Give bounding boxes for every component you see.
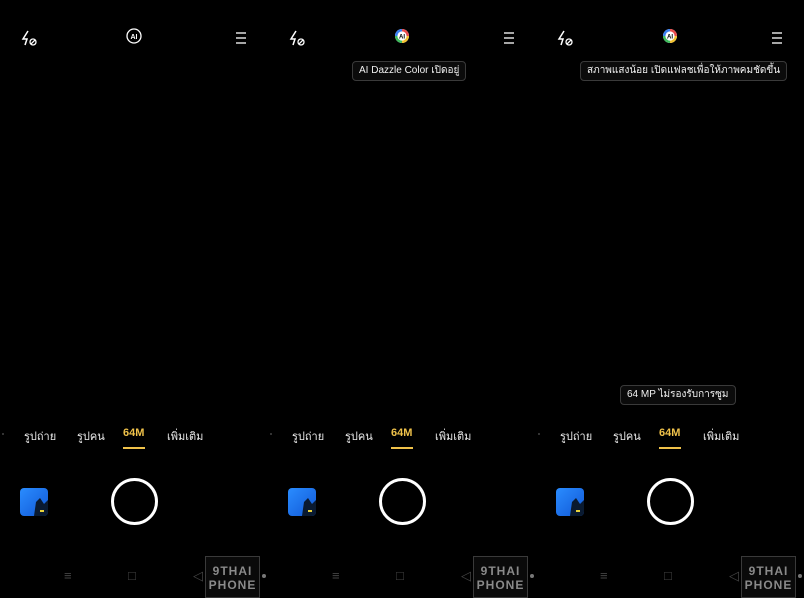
active-mode-indicator	[659, 447, 681, 449]
home-nav-icon[interactable]: □	[396, 568, 404, 583]
ai-dazzle-icon[interactable]: AI	[394, 28, 410, 44]
menu-nav-icon[interactable]: ≡	[64, 568, 72, 583]
watermark-line-2: PHONE	[476, 578, 525, 592]
mode-edge-dot	[270, 433, 272, 435]
watermark-line-1: 9THAI	[212, 564, 253, 578]
mode-64m[interactable]: 64M	[123, 427, 144, 439]
menu-nav-icon[interactable]: ≡	[600, 568, 608, 583]
mode-portrait[interactable]: รูปคน	[345, 427, 373, 445]
mode-photo[interactable]: รูปถ่าย	[292, 427, 324, 445]
zoom-unsupported-toast: 64 MP ไม่รองรับการซูม	[620, 385, 736, 405]
camera-screen-3: AI สภาพแสงน้อย เปิดแฟลชเพื่อให้ภาพคมชัดข…	[536, 0, 804, 598]
mode-more[interactable]: เพิ่มเติม	[167, 427, 203, 445]
back-nav-icon[interactable]: ◁	[461, 568, 471, 584]
gallery-thumbnail[interactable]	[288, 488, 316, 516]
menu-nav-icon[interactable]: ≡	[332, 568, 340, 583]
mode-portrait[interactable]: รูปคน	[613, 427, 641, 445]
low-light-flash-toast: สภาพแสงน้อย เปิดแฟลชเพื่อให้ภาพคมชัดขึ้น	[580, 61, 788, 81]
menu-icon[interactable]	[236, 32, 246, 44]
active-mode-indicator	[391, 447, 413, 449]
home-nav-icon[interactable]: □	[128, 568, 136, 583]
mode-edge-dot	[538, 433, 540, 435]
camera-screen-2: AI AI Dazzle Color เปิดอยู่ รูปถ่าย รูปค…	[268, 0, 536, 598]
mode-64m[interactable]: 64M	[659, 427, 680, 439]
watermark-line-1: 9THAI	[748, 564, 789, 578]
mode-photo[interactable]: รูปถ่าย	[24, 427, 56, 445]
back-nav-icon[interactable]: ◁	[193, 568, 203, 584]
mode-64m[interactable]: 64M	[391, 427, 412, 439]
ai-dazzle-toast: AI Dazzle Color เปิดอยู่	[352, 61, 467, 81]
watermark-line-2: PHONE	[208, 578, 257, 592]
watermark-dot	[530, 574, 534, 578]
back-nav-icon[interactable]: ◁	[729, 568, 739, 584]
active-mode-indicator	[123, 447, 145, 449]
mode-selector: รูปถ่าย รูปคน 64M เพิ่มเติม	[536, 427, 804, 449]
watermark-logo: 9THAI PHONE	[473, 556, 528, 598]
mode-portrait[interactable]: รูปคน	[77, 427, 105, 445]
gallery-thumbnail[interactable]	[20, 488, 48, 516]
watermark-logo: 9THAI PHONE	[205, 556, 260, 598]
mode-selector: รูปถ่าย รูปคน 64M เพิ่มเติม	[268, 427, 536, 449]
mode-photo[interactable]: รูปถ่าย	[560, 427, 592, 445]
menu-icon[interactable]	[504, 32, 514, 44]
flash-off-icon[interactable]	[20, 29, 38, 47]
watermark-dot	[798, 574, 802, 578]
mode-edge-dot	[2, 433, 4, 435]
watermark-dot	[262, 574, 266, 578]
home-nav-icon[interactable]: □	[664, 568, 672, 583]
menu-icon[interactable]	[772, 32, 782, 44]
mode-more[interactable]: เพิ่มเติม	[435, 427, 471, 445]
watermark-line-1: 9THAI	[480, 564, 521, 578]
watermark-line-2: PHONE	[744, 578, 793, 592]
camera-screen-1: AI รูปถ่าย รูปคน 64M เพิ่มเติม ≡ □ ◁ 9TH…	[0, 0, 268, 598]
ai-scene-icon[interactable]: AI	[126, 28, 142, 44]
mode-selector: รูปถ่าย รูปคน 64M เพิ่มเติม	[0, 427, 268, 449]
shutter-button[interactable]	[647, 478, 694, 525]
gallery-thumbnail[interactable]	[556, 488, 584, 516]
shutter-button[interactable]	[379, 478, 426, 525]
svg-text:AI: AI	[131, 34, 138, 41]
svg-text:AI: AI	[667, 35, 673, 41]
mode-more[interactable]: เพิ่มเติม	[703, 427, 739, 445]
flash-off-icon[interactable]	[288, 29, 306, 47]
flash-off-icon[interactable]	[556, 29, 574, 47]
ai-dazzle-icon[interactable]: AI	[662, 28, 678, 44]
watermark-logo: 9THAI PHONE	[741, 556, 796, 598]
shutter-button[interactable]	[111, 478, 158, 525]
svg-text:AI: AI	[399, 35, 405, 41]
